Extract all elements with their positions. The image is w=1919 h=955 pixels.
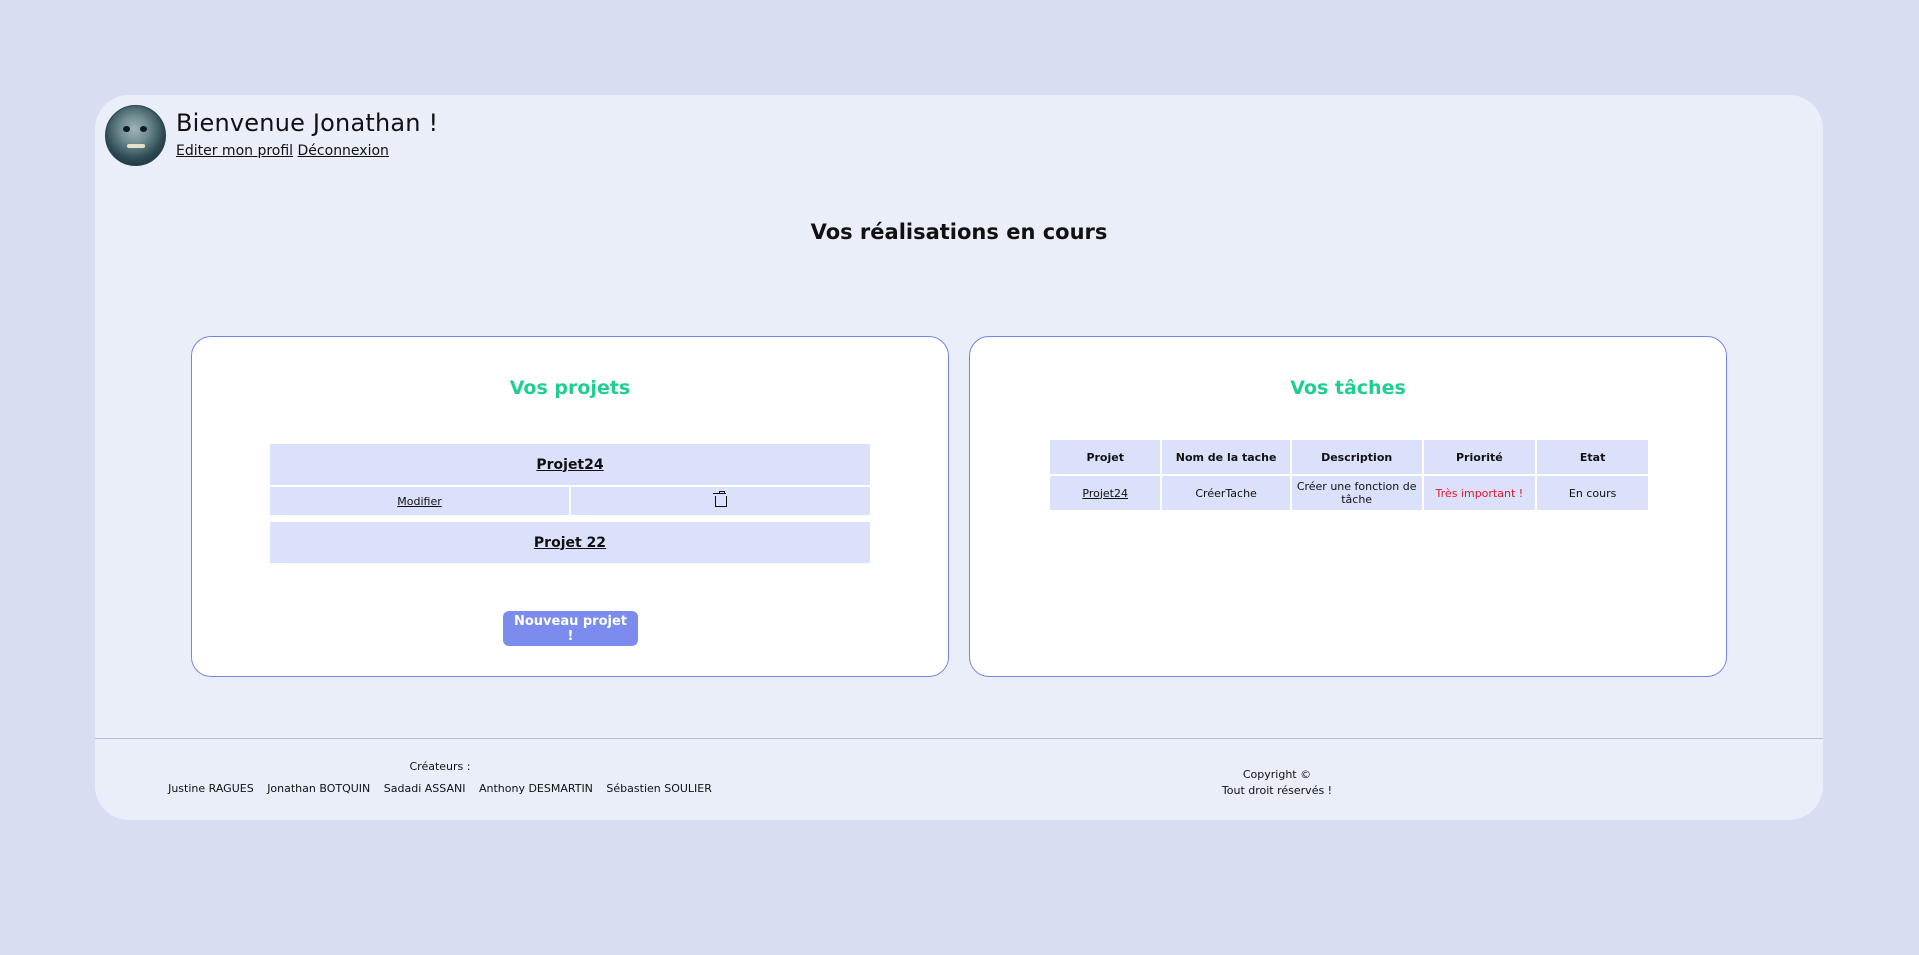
table-row: Projet24 CréerTache Créer une fonction d… xyxy=(1050,476,1648,510)
projects-card: Vos projets Projet24 Modifier Projet 22 … xyxy=(191,336,949,677)
creator-name: Justine RAGUES xyxy=(168,782,254,795)
projects-title: Vos projets xyxy=(509,377,631,399)
creator-name: Jonathan BOTQUIN xyxy=(267,782,371,795)
task-priority-cell: Très important ! xyxy=(1423,476,1536,510)
tasks-title: Vos tâches xyxy=(1290,377,1406,399)
project-link[interactable]: Projet 22 xyxy=(534,535,606,551)
column-header-priority: Priorité xyxy=(1423,440,1536,474)
app-panel: Bienvenue Jonathan ! Editer mon profil D… xyxy=(95,95,1823,820)
creator-name: Anthony DESMARTIN xyxy=(478,782,593,795)
tasks-card: Vos tâches Projet Nom de la tache Descri… xyxy=(969,336,1727,677)
welcome-title: Bienvenue Jonathan ! xyxy=(176,109,439,137)
task-project-link[interactable]: Projet24 xyxy=(1082,487,1128,500)
edit-profile-link[interactable]: Editer mon profil xyxy=(176,143,293,159)
project-row: Projet24 xyxy=(270,444,870,485)
logout-link[interactable]: Déconnexion xyxy=(298,143,389,159)
avatar xyxy=(105,105,166,166)
task-status-cell: En cours xyxy=(1537,476,1648,510)
greeting-block: Bienvenue Jonathan ! Editer mon profil D… xyxy=(176,105,438,159)
column-header-status: Etat xyxy=(1537,440,1648,474)
project-item: Projet24 Modifier xyxy=(270,444,870,515)
new-project-button[interactable]: Nouveau projet ! xyxy=(503,611,638,646)
project-link[interactable]: Projet24 xyxy=(536,457,603,473)
creators-label: Créateurs : xyxy=(409,760,471,773)
copyright-block: Copyright © Tout droit réservés ! xyxy=(1197,767,1357,799)
profile-links: Editer mon profil Déconnexion xyxy=(176,143,438,159)
trash-icon[interactable] xyxy=(712,490,727,507)
project-row: Projet 22 xyxy=(270,522,870,563)
copyright-line: Copyright © xyxy=(1242,768,1312,781)
table-header-row: Projet Nom de la tache Description Prior… xyxy=(1050,440,1648,474)
modify-cell: Modifier xyxy=(270,487,569,515)
page-title: Vos réalisations en cours xyxy=(810,220,1108,244)
rights-line: Tout droit réservés ! xyxy=(1221,784,1333,797)
header: Bienvenue Jonathan ! Editer mon profil D… xyxy=(105,105,438,166)
column-header-description: Description xyxy=(1291,440,1422,474)
footer-divider xyxy=(95,738,1823,739)
tasks-table: Projet Nom de la tache Description Prior… xyxy=(1048,438,1650,512)
project-actions: Modifier xyxy=(270,487,870,515)
delete-cell xyxy=(571,487,870,515)
task-project-cell: Projet24 xyxy=(1050,476,1161,510)
project-item: Projet 22 xyxy=(270,522,870,563)
column-header-task-name: Nom de la tache xyxy=(1162,440,1290,474)
creators-block: Créateurs : Justine RAGUES Jonathan BOTQ… xyxy=(95,760,785,795)
modify-project-link[interactable]: Modifier xyxy=(397,495,441,508)
task-description-cell: Créer une fonction de tâche xyxy=(1291,476,1422,510)
creator-name: Sadadi ASSANI xyxy=(383,782,466,795)
task-name-cell: CréerTache xyxy=(1162,476,1290,510)
column-header-project: Projet xyxy=(1050,440,1161,474)
creator-name: Sébastien SOULIER xyxy=(606,782,712,795)
